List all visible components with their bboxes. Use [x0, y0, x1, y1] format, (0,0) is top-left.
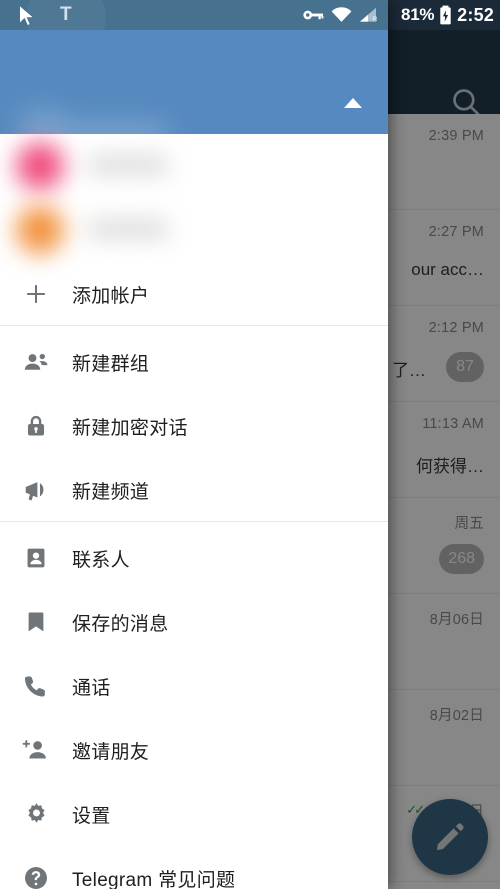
sidebar-item-contacts[interactable]: 联系人	[0, 526, 388, 590]
status-bar-right: 81% 2:52	[385, 0, 500, 30]
account-row[interactable]	[0, 134, 388, 198]
cell-signal-roaming-icon: R	[359, 7, 379, 23]
sidebar-item-label: 邀请朋友	[72, 741, 150, 763]
divider	[0, 521, 388, 522]
vpn-key-icon	[303, 8, 324, 22]
sidebar-item-label: 新建频道	[72, 481, 150, 503]
account-name-redacted	[88, 220, 168, 238]
battery-charging-icon	[439, 5, 452, 25]
telegram-drawer-screen: ✓✓ 2:39 PM 2:27 PM our acc… 2:12 PM 了… 8…	[0, 0, 500, 889]
battery-percent-label: 81%	[401, 5, 435, 24]
group-add-icon	[0, 348, 72, 376]
bookmark-icon	[0, 609, 72, 635]
wifi-icon	[331, 7, 352, 23]
sidebar-item-new-secret-chat[interactable]: 新建加密对话	[0, 394, 388, 458]
sidebar-item-invite-friends[interactable]: 邀请朋友	[0, 718, 388, 782]
avatar	[16, 206, 64, 254]
phone-icon	[0, 673, 72, 699]
sidebar-item-label: 通话	[72, 677, 111, 699]
add-account-button[interactable]: 添加帐户	[0, 262, 388, 326]
lock-icon	[0, 413, 72, 439]
sidebar-item-calls[interactable]: 通话	[0, 654, 388, 718]
plus-icon	[0, 281, 72, 307]
sidebar-item-label: Telegram 常见问题	[72, 869, 236, 889]
help-circle-icon	[0, 864, 72, 889]
sidebar-item-label: 设置	[72, 805, 111, 827]
megaphone-icon	[0, 476, 72, 504]
sidebar-item-new-channel[interactable]: 新建频道	[0, 458, 388, 522]
sidebar-item-label: 保存的消息	[72, 613, 169, 635]
telegram-notification-icon: T	[60, 4, 72, 25]
mouse-cursor-icon	[14, 3, 40, 29]
sidebar-item-label: 新建群组	[72, 353, 150, 375]
account-redacted	[0, 198, 388, 262]
status-bar-middle: R	[303, 0, 385, 30]
gear-icon	[0, 801, 72, 828]
sidebar-item-telegram-faq[interactable]: Telegram 常见问题	[0, 846, 388, 889]
drawer-header[interactable]	[0, 30, 388, 158]
divider	[0, 325, 388, 326]
account-row[interactable]	[0, 198, 388, 262]
avatar	[16, 142, 64, 190]
sidebar-item-settings[interactable]: 设置	[0, 782, 388, 846]
person-add-icon	[0, 736, 72, 764]
sidebar-item-label: 新建加密对话	[72, 417, 188, 439]
accounts-list	[0, 134, 388, 262]
account-name-redacted	[88, 156, 168, 174]
sidebar-item-saved-messages[interactable]: 保存的消息	[0, 590, 388, 654]
account-redacted	[0, 134, 388, 198]
clock-label: 2:52	[457, 4, 494, 25]
navigation-drawer: T 添加帐户 新建群组 新建加密对话 新建频道 联系人 保存的消息 通话 邀请朋…	[0, 0, 388, 889]
sidebar-item-new-group[interactable]: 新建群组	[0, 330, 388, 394]
svg-text:R: R	[373, 17, 378, 23]
sidebar-item-label: 联系人	[72, 549, 130, 571]
contacts-icon	[0, 545, 72, 571]
add-account-label: 添加帐户	[72, 285, 150, 307]
chevron-up-icon[interactable]	[342, 96, 364, 110]
